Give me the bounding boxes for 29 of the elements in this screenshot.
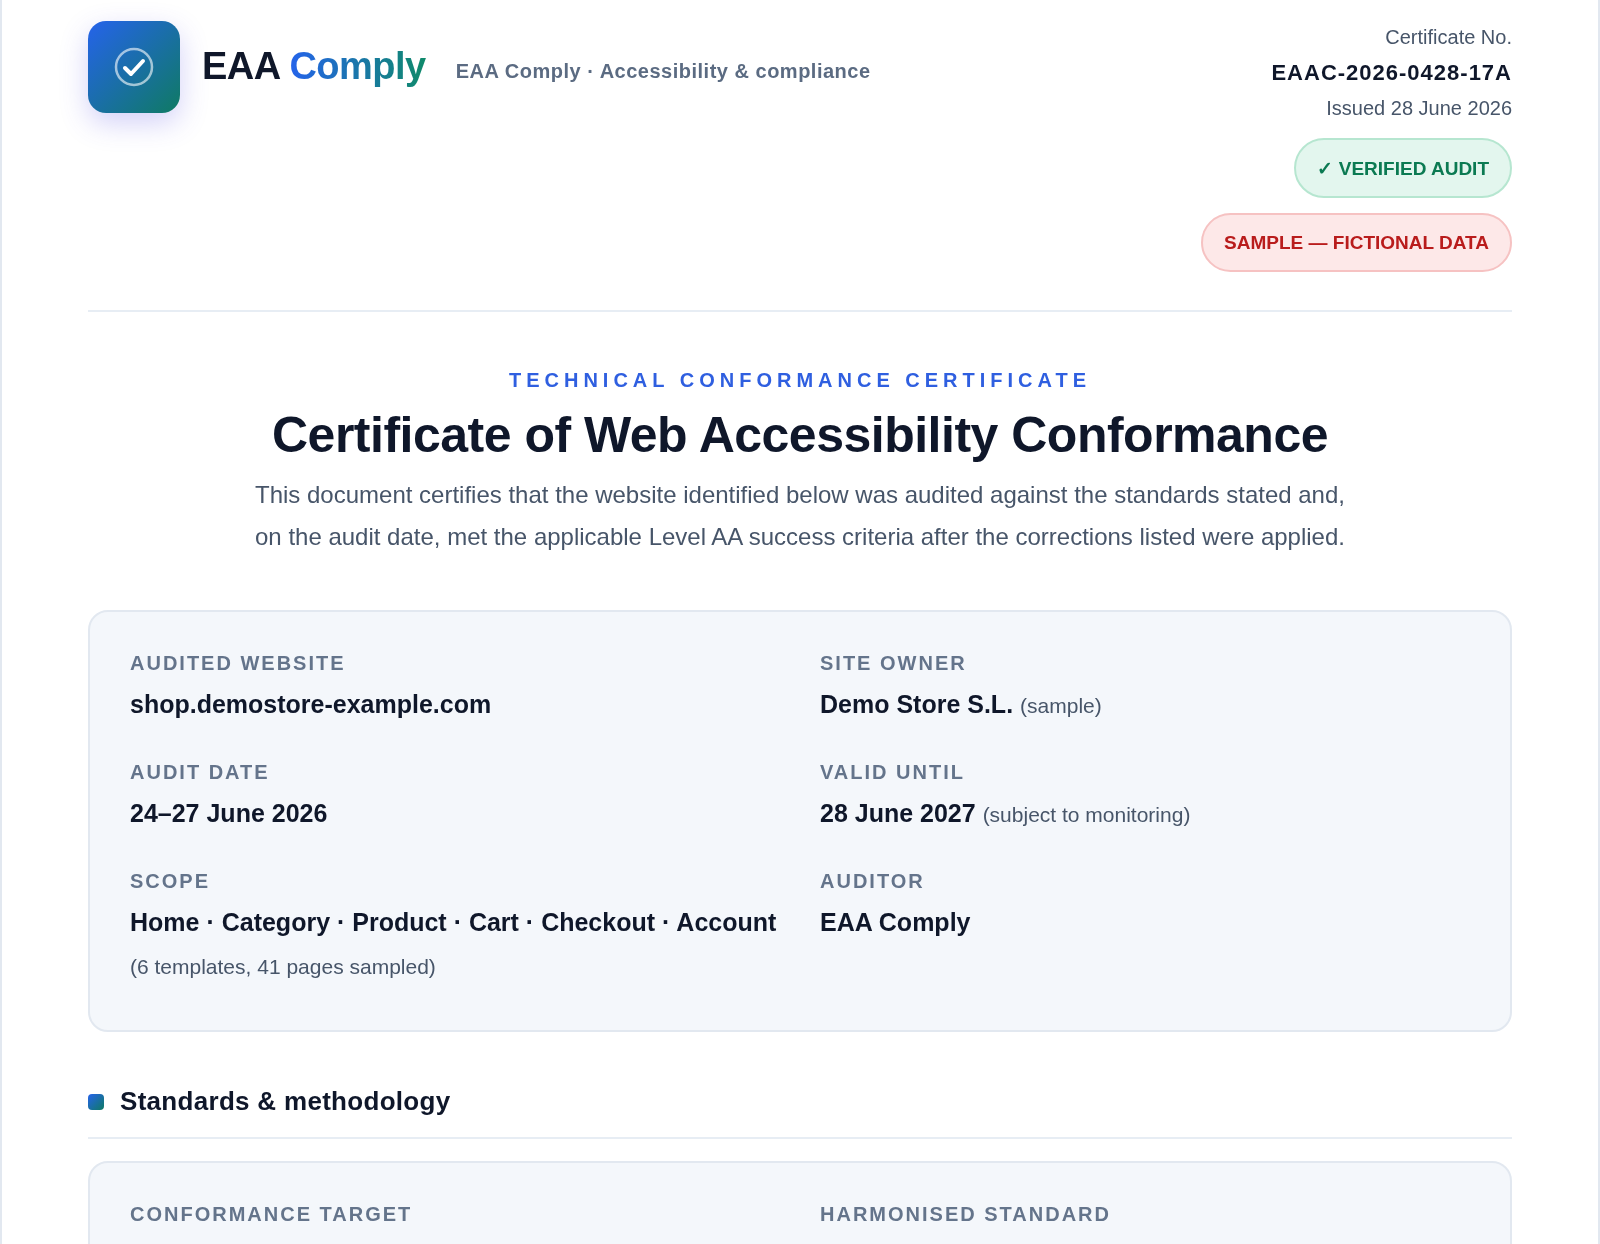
issue-date: Issued 28 June 2026 — [1326, 97, 1512, 120]
field-label: HARMONISED STANDARD — [820, 1203, 1112, 1226]
certificate-title: Certificate of Web Accessibility Conformance — [271, 406, 1329, 464]
field-label: SCOPE — [130, 870, 212, 893]
brand-tagline: EAA Comply · Accessibility & compliance — [455, 59, 871, 83]
field-label: AUDITOR — [820, 870, 926, 893]
field-label: VALID UNTIL — [820, 761, 966, 784]
field-value: EAA Comply — [820, 908, 971, 936]
field-note: (6 templates, 41 pages sampled) — [130, 955, 436, 978]
check-circle-icon — [113, 46, 155, 88]
certificate-number-label: Certificate No. — [1385, 26, 1512, 49]
field-value: shop.demostore-example.com — [130, 690, 492, 718]
field-note: (sample) — [1020, 694, 1102, 717]
field-label: AUDITED WEBSITE — [130, 652, 347, 675]
field-value: 28 June 2027 — [820, 799, 976, 827]
field-value: 24–27 June 2026 — [130, 799, 328, 827]
field-label: AUDIT DATE — [130, 761, 271, 784]
field-value: Home · Category · Product · Cart · Checkout · Account — [130, 908, 777, 936]
sample-badge: SAMPLE — FICTIONAL DATA — [1201, 213, 1512, 272]
field-value: Demo Store S.L. — [820, 690, 1014, 718]
verified-badge: ✓ VERIFIED AUDIT — [1294, 138, 1512, 198]
field-note: (subject to monitoring) — [982, 803, 1191, 826]
section-bullet-icon — [88, 1093, 104, 1110]
field-label: SITE OWNER — [820, 652, 968, 675]
certificate-statement: This document certifies that the website identified below was audited against the standards stated and, on the audit date, met the applicable Level AA success criteria after the corrections listed were applied. — [255, 480, 1345, 552]
certificate-eyebrow: TECHNICAL CONFORMANCE CERTIFICATE — [509, 369, 1091, 392]
section-title: Standards & methodology — [120, 1086, 451, 1117]
field-label: CONFORMANCE TARGET — [130, 1203, 414, 1226]
certificate-number: EAAC-2026-0428-17A — [1271, 60, 1512, 86]
